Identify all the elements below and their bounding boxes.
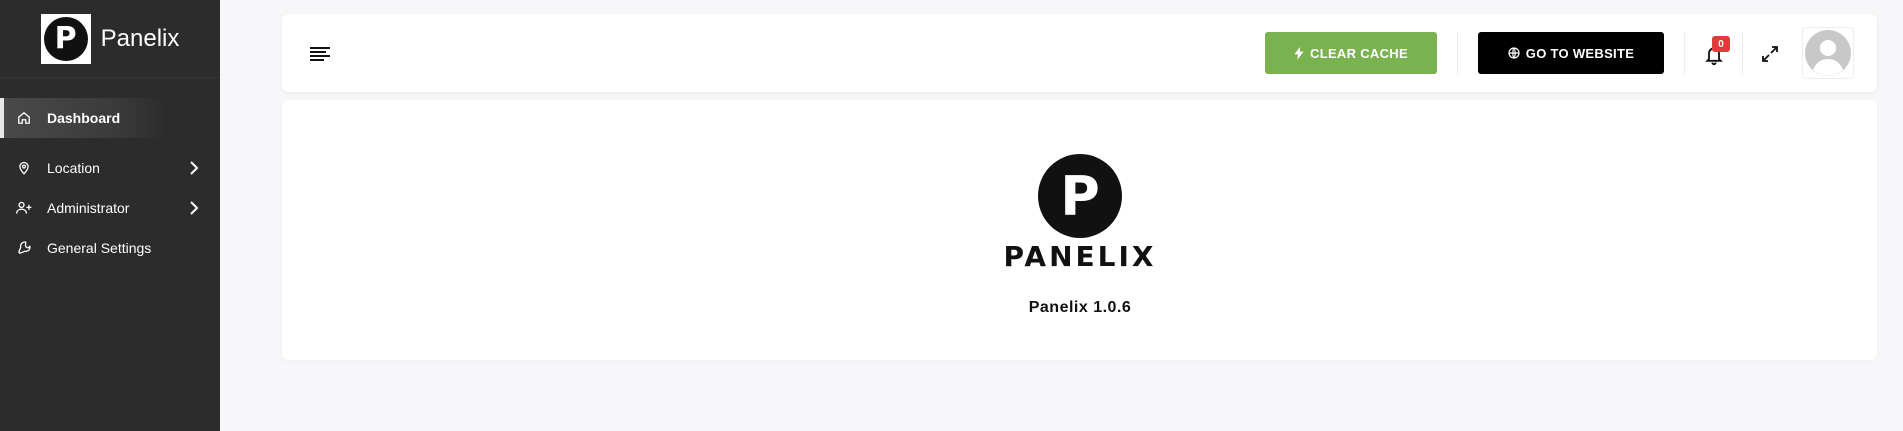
brand-logo-letter: P: [43, 16, 88, 61]
header-divider: [1457, 32, 1458, 74]
sidebar-item-general-settings[interactable]: General Settings: [0, 228, 220, 268]
sidebar-item-label: Location: [47, 160, 100, 176]
sidebar-item-dashboard[interactable]: Dashboard: [0, 98, 166, 138]
header-divider: [1684, 32, 1685, 74]
clear-cache-button[interactable]: CLEAR CACHE: [1265, 32, 1437, 74]
home-icon: [16, 110, 32, 126]
brand-logo: P: [40, 13, 91, 64]
version-text: Panelix 1.0.6: [1028, 299, 1132, 316]
top-header: CLEAR CACHE GO TO WEBSITE 0: [282, 14, 1877, 92]
sidebar-item-location[interactable]: Location: [0, 148, 220, 188]
sidebar-menu: Dashboard Location Administrator General…: [0, 98, 220, 268]
sidebar-item-label: Dashboard: [47, 110, 121, 126]
fullscreen-icon[interactable]: [1762, 46, 1778, 62]
clear-cache-label: CLEAR CACHE: [1310, 45, 1408, 61]
go-to-website-label: GO TO WEBSITE: [1525, 45, 1635, 61]
header-divider: [1742, 32, 1743, 74]
panelix-logo: P: [1038, 154, 1122, 238]
wrench-icon: [16, 240, 32, 256]
notification-badge: 0: [1712, 36, 1730, 52]
user-avatar-icon: [1805, 30, 1851, 76]
map-pin-icon: [16, 160, 32, 176]
chevron-right-icon: [190, 201, 199, 215]
avatar[interactable]: [1802, 27, 1854, 79]
lightning-icon: [1294, 46, 1304, 60]
sidebar-item-label: Administrator: [47, 200, 130, 216]
go-to-website-button[interactable]: GO TO WEBSITE: [1478, 32, 1664, 74]
sidebar-item-label: General Settings: [47, 240, 152, 256]
menu-toggle-icon[interactable]: [310, 46, 330, 62]
brand[interactable]: P Panelix: [0, 0, 220, 78]
logo-letter: P: [1060, 164, 1100, 228]
sidebar-item-administrator[interactable]: Administrator: [0, 188, 220, 228]
sidebar: P Panelix Dashboard Location Administrat…: [0, 0, 220, 431]
user-plus-icon: [16, 200, 32, 216]
chevron-right-icon: [190, 161, 199, 175]
dashboard-card: P PANELIX Panelix 1.0.6: [282, 100, 1877, 360]
brand-name: Panelix: [100, 24, 180, 52]
logo-wordmark: PANELIX: [1003, 240, 1157, 273]
globe-icon: [1508, 47, 1520, 59]
